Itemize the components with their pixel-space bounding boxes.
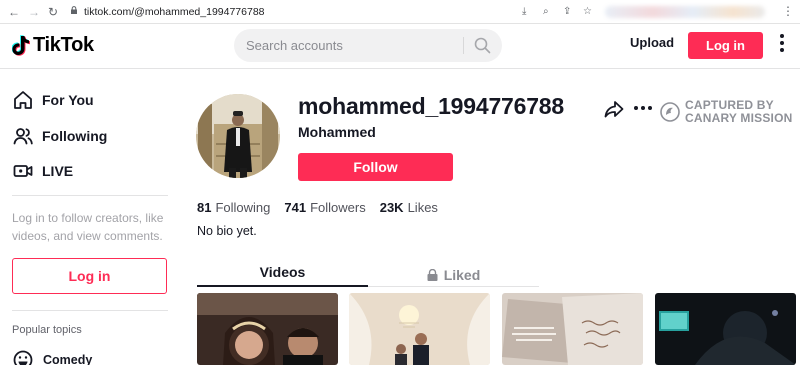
browser-menu-icon[interactable]: ⋮ — [782, 4, 794, 18]
watermark-text: CAPTURED BY CANARY MISSION — [685, 99, 792, 125]
video-thumbnail-image — [197, 293, 338, 365]
download-icon[interactable]: ⤓ — [522, 5, 526, 19]
users-icon — [13, 128, 33, 145]
login-prompt-text: Log in to follow creators, like videos, … — [12, 211, 164, 243]
topic-label: Comedy — [43, 353, 93, 365]
header-login-button[interactable]: Log in — [688, 32, 763, 59]
more-options-icon[interactable] — [779, 33, 785, 55]
live-camera-icon — [13, 165, 33, 177]
lock-icon — [71, 6, 77, 14]
site-header: TikTok Upload Log in — [0, 24, 800, 69]
sidebar-divider — [12, 195, 168, 196]
following-count[interactable]: 81 — [197, 200, 211, 215]
tab-liked[interactable]: Liked — [368, 264, 539, 286]
popular-topics-heading: Popular topics — [12, 324, 82, 336]
sidebar-login-button[interactable]: Log in — [12, 258, 167, 294]
sidebar-item-for-you[interactable]: For You — [12, 89, 94, 111]
followers-count[interactable]: 741 — [284, 200, 306, 215]
zoom-icon[interactable]: ⌕ — [543, 5, 549, 19]
canary-logo-icon — [660, 102, 680, 122]
topic-comedy[interactable]: Comedy — [12, 349, 92, 365]
sidebar-item-live[interactable]: LIVE — [12, 160, 73, 182]
tiktok-note-icon — [12, 34, 30, 56]
arrow-right-icon[interactable]: → — [28, 4, 40, 20]
browser-toolbar: ← → ↻ tiktok.com/@mohammed_1994776788 ⤓ … — [0, 0, 800, 24]
watermark-line-2: CANARY MISSION — [685, 111, 793, 125]
video-thumbnail[interactable] — [197, 293, 338, 365]
profile-stats: 81 Following 741 Followers 23K Likes — [197, 200, 452, 215]
likes-label: Likes — [407, 200, 438, 215]
tab-videos[interactable]: Videos — [197, 264, 368, 286]
home-icon — [14, 91, 32, 109]
lock-icon — [427, 269, 438, 281]
search-input[interactable] — [246, 29, 456, 62]
profile-display-name: Mohammed — [298, 124, 376, 140]
reload-icon[interactable]: ↻ — [48, 4, 58, 20]
search-icon[interactable] — [474, 37, 491, 54]
profile-username: mohammed_1994776788 — [298, 93, 564, 119]
smile-icon — [13, 350, 33, 365]
video-thumbnail-image — [349, 293, 490, 365]
search-divider — [463, 37, 464, 54]
upload-button[interactable]: Upload — [630, 35, 674, 50]
canary-mission-watermark: CAPTURED BY CANARY MISSION — [660, 99, 792, 125]
active-tab-indicator — [197, 285, 368, 287]
sidebar-item-label: For You — [42, 92, 94, 108]
profile-more-icon[interactable] — [634, 106, 652, 112]
tab-liked-label: Liked — [443, 267, 481, 283]
video-thumbnail[interactable] — [349, 293, 490, 365]
follow-button[interactable]: Follow — [298, 153, 453, 181]
share-page-icon[interactable]: ⇪ — [563, 5, 571, 19]
share-icon[interactable] — [604, 100, 624, 118]
sidebar-item-following[interactable]: Following — [12, 125, 107, 147]
avatar[interactable] — [196, 94, 280, 178]
sidebar: For You Following LIVE Log in to follow … — [0, 70, 180, 365]
followers-label: Followers — [310, 200, 366, 215]
sidebar-item-label: LIVE — [42, 163, 74, 179]
video-thumbnail[interactable] — [655, 293, 796, 365]
video-thumbnail-image — [655, 293, 796, 365]
tiktok-logo[interactable]: TikTok — [12, 34, 94, 57]
blurred-extensions — [605, 6, 765, 18]
following-label: Following — [215, 200, 271, 215]
search-bar — [234, 29, 502, 62]
sidebar-item-label: Following — [42, 128, 108, 144]
arrow-left-icon[interactable]: ← — [8, 4, 20, 20]
address-bar[interactable]: tiktok.com/@mohammed_1994776788 — [84, 5, 265, 19]
bookmark-star-icon[interactable]: ☆ — [583, 5, 592, 19]
sidebar-divider — [12, 310, 168, 311]
likes-count: 23K — [379, 200, 404, 215]
logo-text: TikTok — [33, 34, 94, 56]
avatar-photo — [196, 94, 280, 178]
video-thumbnail-image — [502, 293, 643, 365]
video-thumbnail[interactable] — [502, 293, 643, 365]
profile-bio: No bio yet. — [197, 224, 257, 238]
